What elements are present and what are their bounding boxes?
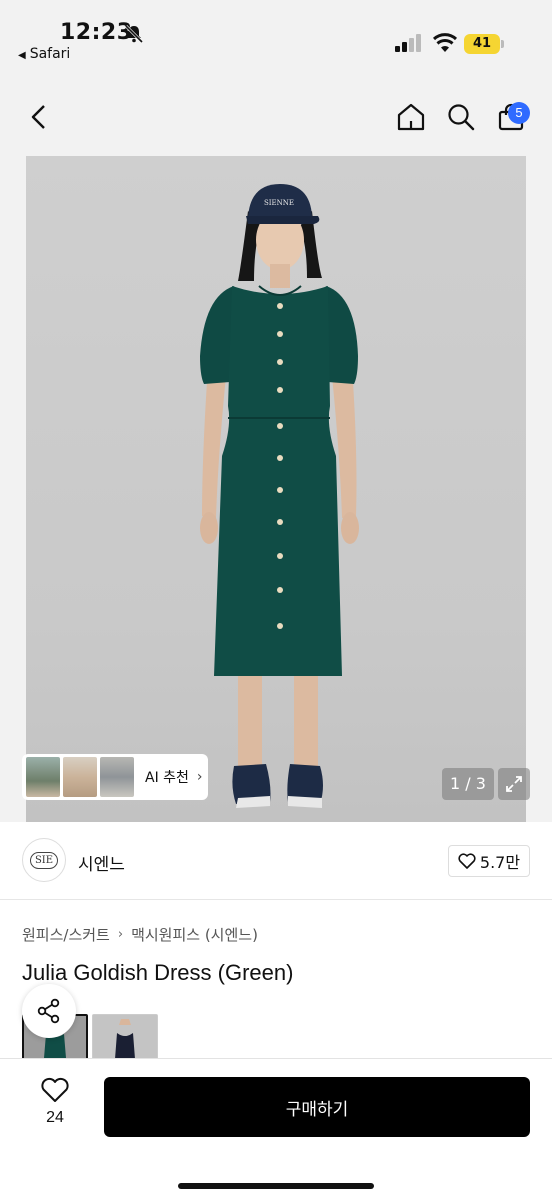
breadcrumb-item-category[interactable]: 원피스/스커트: [22, 924, 110, 945]
search-button[interactable]: [444, 100, 478, 134]
breadcrumb: 원피스/스커트 › 맥시원피스 (시엔느): [22, 924, 258, 945]
product-photo[interactable]: SIENNE: [26, 156, 526, 822]
back-triangle-icon: ◀: [18, 50, 26, 61]
model-figure-illustration: SIENNE: [200, 184, 359, 808]
status-bar: 12:23 ◀ Safari 41: [0, 0, 552, 80]
ai-thumbnail-2: [63, 757, 97, 797]
ai-recommendation-chip[interactable]: AI 추천 ›: [22, 754, 208, 800]
color-option-navy[interactable]: [92, 1014, 158, 1060]
home-indicator[interactable]: [178, 1183, 374, 1189]
battery-indicator: 41: [464, 34, 504, 54]
ai-thumbnail-1: [26, 757, 60, 797]
chevron-right-icon: ›: [196, 769, 203, 785]
ai-recommendation-label: AI 추천: [145, 770, 189, 786]
back-to-safari[interactable]: ◀ Safari: [18, 46, 70, 62]
brand-logo[interactable]: SIE: [22, 838, 66, 882]
expand-image-button[interactable]: [498, 768, 530, 800]
share-icon: [37, 998, 60, 1024]
brand-name[interactable]: 시엔느: [78, 850, 125, 875]
wifi-icon: [432, 33, 458, 52]
battery-level: 41: [464, 34, 500, 54]
search-icon: [448, 104, 475, 131]
back-button[interactable]: [22, 100, 56, 134]
home-icon: [397, 103, 425, 131]
swatch-thumbnail-navy: [93, 1015, 157, 1059]
wishlist-count: 24: [46, 1109, 64, 1126]
bottom-action-bar: 24 구매하기: [0, 1058, 552, 1200]
brand-like-button[interactable]: 5.7만: [448, 845, 530, 877]
back-app-label: Safari: [29, 46, 71, 62]
brand-like-count: 5.7만: [479, 853, 521, 872]
status-time: 12:23: [60, 20, 133, 45]
heart-outline-icon: [41, 1077, 69, 1102]
buy-button[interactable]: 구매하기: [104, 1077, 530, 1137]
image-pager: 1 / 3: [442, 768, 494, 800]
ai-thumbnail-3: [100, 757, 134, 797]
cart-count-badge: 5: [508, 102, 530, 124]
app-header: [0, 80, 552, 156]
brand-logo-text: SIE: [29, 851, 59, 869]
cellular-signal-icon: [395, 34, 421, 52]
chevron-right-icon: ›: [117, 927, 124, 942]
share-button[interactable]: [22, 984, 76, 1038]
brand-row: SIE 시엔느 5.7만: [0, 822, 552, 900]
svg-text:SIENNE: SIENNE: [264, 199, 294, 207]
heart-outline-icon: [458, 853, 476, 869]
wishlist-button[interactable]: 24: [30, 1077, 80, 1137]
product-image-carousel[interactable]: SIENNE AI 추천 › 1 / 3: [0, 156, 552, 822]
bell-muted-icon: [124, 24, 144, 44]
product-title: Julia Goldish Dress (Green): [22, 960, 294, 985]
home-button[interactable]: [394, 100, 428, 134]
battery-tip: [501, 40, 504, 48]
back-arrow-icon: [31, 105, 45, 129]
expand-icon: [506, 776, 522, 792]
breadcrumb-item-subcategory[interactable]: 맥시원피스 (시엔느): [131, 924, 258, 945]
